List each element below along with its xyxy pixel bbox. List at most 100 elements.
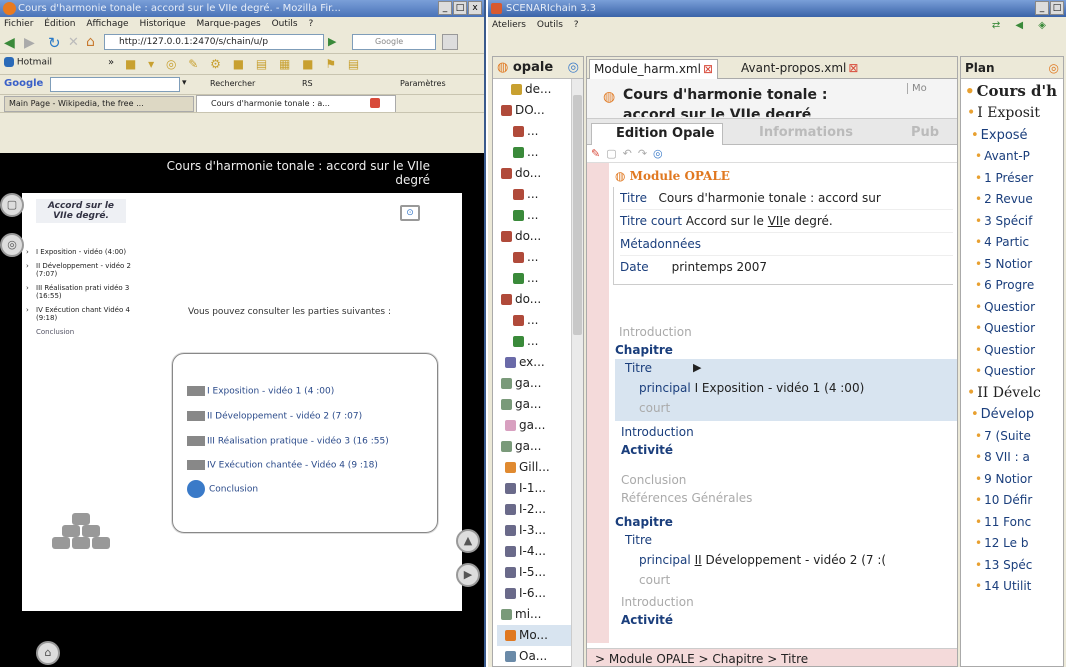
chapitre-1-principal[interactable]: principal I Exposition - vidéo 1 (4 :00) bbox=[639, 381, 864, 395]
plan-item[interactable]: • 7 (Suite bbox=[961, 426, 1063, 448]
plan-item[interactable]: • 4 Partic bbox=[961, 232, 1063, 254]
hotmail-bookmark[interactable]: Hotmail bbox=[4, 57, 52, 68]
plan-menu-icon[interactable]: ◎ bbox=[1049, 57, 1059, 79]
search-box[interactable]: Google bbox=[352, 34, 436, 50]
date-field[interactable]: Date printemps 2007 bbox=[620, 255, 953, 278]
plan-item[interactable]: • 8 VII : a bbox=[961, 447, 1063, 469]
nav-item-4[interactable]: › IV Exécution chant Vidéo 4 (9:18) bbox=[26, 306, 146, 322]
go-button[interactable]: ▶ bbox=[328, 35, 336, 48]
tab-close-icon[interactable] bbox=[370, 98, 380, 108]
menu-outils[interactable]: Outils bbox=[272, 19, 298, 29]
maximize-button[interactable]: □ bbox=[453, 1, 467, 15]
tree-scrollbar[interactable] bbox=[571, 79, 583, 667]
part-link-3[interactable]: III Réalisation pratique - vidéo 3 (16 :… bbox=[187, 436, 389, 447]
plan-item[interactable]: • 9 Notior bbox=[961, 469, 1063, 491]
part-link-4[interactable]: IV Exécution chantée - Vidéo 4 (9 :18) bbox=[187, 460, 378, 471]
nav-item-3[interactable]: › III Réalisation prati vidéo 3 (16:55) bbox=[26, 284, 146, 300]
references-1[interactable]: Références Générales bbox=[621, 491, 752, 505]
titre-field[interactable]: Titre Cours d'harmonie tonale : accord s… bbox=[620, 187, 953, 209]
chapitre-2-court[interactable]: court bbox=[639, 573, 670, 587]
back-icon[interactable]: ◀ bbox=[4, 35, 15, 51]
introduction-3[interactable]: Introduction bbox=[621, 595, 694, 609]
tab-cours[interactable]: Cours d'harmonie tonale : a... bbox=[196, 95, 396, 112]
reload-icon[interactable]: ↻ bbox=[48, 34, 61, 52]
activite-1[interactable]: Activité bbox=[621, 443, 673, 457]
conclusion-link[interactable]: Conclusion bbox=[187, 480, 258, 498]
menu-marque-pages[interactable]: Marque-pages bbox=[197, 19, 261, 29]
metadonnees-field[interactable]: Métadonnées bbox=[620, 232, 953, 255]
menu-help-scenari[interactable]: ? bbox=[574, 20, 579, 30]
chapitre-1[interactable]: Chapitre bbox=[615, 343, 673, 357]
menu-fichier[interactable]: Fichier bbox=[4, 19, 33, 29]
chapitre-2-principal[interactable]: principal II Développement - vidéo 2 (7 … bbox=[639, 553, 886, 567]
plan-item[interactable]: • 6 Progre bbox=[961, 275, 1063, 297]
plan-item[interactable]: • 12 Le b bbox=[961, 533, 1063, 555]
plan-item[interactable]: • Avant-P bbox=[961, 146, 1063, 168]
workshop-menu-icon[interactable]: ◎ bbox=[568, 57, 579, 79]
forward-icon[interactable]: ▶ bbox=[24, 35, 35, 51]
nav-conclusion[interactable]: Conclusion bbox=[26, 328, 146, 336]
tab-publication[interactable]: Pub bbox=[887, 123, 947, 145]
google-rechercher[interactable]: Rechercher bbox=[210, 79, 255, 88]
plan-item[interactable]: • 10 Défir bbox=[961, 490, 1063, 512]
tab-wikipedia[interactable]: Main Page - Wikipedia, the free ... bbox=[4, 96, 194, 112]
plan-item[interactable]: • Questior bbox=[961, 297, 1063, 319]
scenari-minimize-button[interactable]: _ bbox=[1035, 1, 1049, 15]
plan-item[interactable]: • II Dévelc bbox=[961, 383, 1063, 405]
menu-outils-scenari[interactable]: Outils bbox=[537, 20, 563, 30]
plan-item[interactable]: • 2 Revue bbox=[961, 189, 1063, 211]
google-search-input[interactable] bbox=[50, 77, 180, 92]
tab-informations[interactable]: Informations bbox=[735, 123, 861, 145]
close-button[interactable]: x bbox=[468, 1, 482, 15]
plan-item[interactable]: • 1 Préser bbox=[961, 168, 1063, 190]
scenari-toolbar-icons[interactable]: ⇄ ◀ ◈ bbox=[992, 18, 1052, 34]
plan-item[interactable]: • Questior bbox=[961, 361, 1063, 383]
titre-court-field[interactable]: Titre court Accord sur le VIIe degré. bbox=[620, 209, 953, 232]
search-icon[interactable] bbox=[442, 34, 458, 50]
menu-help[interactable]: ? bbox=[308, 19, 313, 29]
url-bar[interactable]: http://127.0.0.1:2470/s/chain/u/p bbox=[104, 34, 324, 50]
toolbar-overflow[interactable]: » bbox=[108, 57, 114, 68]
tab-module-harm[interactable]: Module_harm.xml ⊠ bbox=[589, 59, 719, 79]
plan-item[interactable]: • 14 Utilit bbox=[961, 576, 1063, 598]
plan-root[interactable]: • Cours d'h bbox=[961, 79, 1063, 103]
workshop-header[interactable]: ◍ opale ◎ bbox=[493, 57, 583, 79]
nav-item-1[interactable]: › I Exposition - vidéo (4:00) bbox=[26, 248, 146, 256]
activite-2[interactable]: Activité bbox=[621, 613, 673, 627]
menu-ateliers[interactable]: Ateliers bbox=[492, 20, 526, 30]
scroll-next-button[interactable]: ▶ bbox=[456, 563, 480, 587]
menu-historique[interactable]: Historique bbox=[139, 19, 185, 29]
google-rs[interactable]: RS bbox=[302, 79, 313, 88]
stop-icon[interactable]: ✕ bbox=[68, 35, 79, 50]
home-icon[interactable]: ⌂ bbox=[86, 34, 95, 50]
tab-close-icon[interactable]: ⊠ bbox=[703, 62, 713, 76]
side-button-top[interactable]: ▢ bbox=[0, 193, 24, 217]
tab-close-icon[interactable]: ⊠ bbox=[848, 61, 858, 75]
conclusion-1[interactable]: Conclusion bbox=[621, 473, 686, 487]
menu-edition[interactable]: Édition bbox=[44, 19, 75, 29]
chapitre-2[interactable]: Chapitre bbox=[615, 515, 673, 529]
plan-item[interactable]: • 11 Fonc bbox=[961, 512, 1063, 534]
addon-icons[interactable]: ■ ▾ ◎ ✎ ⚙ ■ ▤ ▦ ■ ⚑ ▤ bbox=[125, 57, 363, 71]
plan-item[interactable]: • Exposé bbox=[961, 125, 1063, 147]
google-params[interactable]: Paramètres bbox=[400, 79, 446, 88]
toolbar-icons[interactable]: ✎▢↶↷◎ bbox=[591, 147, 669, 160]
introduction-1[interactable]: Introduction bbox=[619, 325, 692, 339]
nav-item-2[interactable]: › II Développement - vidéo 2 (7:07) bbox=[26, 262, 146, 278]
part-link-1[interactable]: I Exposition - vidéo 1 (4 :00) bbox=[187, 386, 334, 397]
home-button[interactable]: ⌂ bbox=[36, 641, 60, 665]
plan-item[interactable]: • 3 Spécif bbox=[961, 211, 1063, 233]
scenari-maximize-button[interactable]: □ bbox=[1050, 1, 1064, 15]
plan-item[interactable]: • I Exposit bbox=[961, 103, 1063, 125]
plan-item[interactable]: • Questior bbox=[961, 318, 1063, 340]
tab-avant-propos[interactable]: Avant-propos.xml ⊠ bbox=[737, 59, 862, 79]
side-button-settings[interactable]: ◎ bbox=[0, 233, 24, 257]
print-icon[interactable]: ⊙ bbox=[400, 205, 420, 221]
plan-item[interactable]: • Dévelop bbox=[961, 404, 1063, 426]
chapitre-1-court[interactable]: court bbox=[639, 401, 670, 415]
plan-item[interactable]: • 13 Spéc bbox=[961, 555, 1063, 577]
menu-affichage[interactable]: Affichage bbox=[86, 19, 128, 29]
tab-edition-opale[interactable]: Edition Opale bbox=[591, 123, 724, 145]
scroll-up-button[interactable]: ▲ bbox=[456, 529, 480, 553]
part-link-2[interactable]: II Développement - vidéo 2 (7 :07) bbox=[187, 411, 362, 422]
